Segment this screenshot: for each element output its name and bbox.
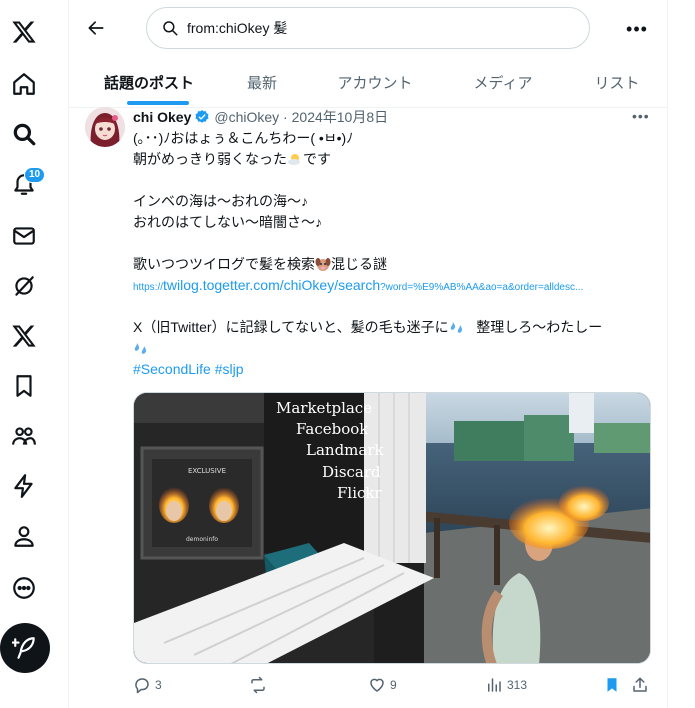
tweet-link-query[interactable]: ?word=%E9%AB%AA&ao=a&order=alldesc... xyxy=(380,282,583,293)
share-button[interactable] xyxy=(631,676,653,694)
sweat-droplets-emoji-icon xyxy=(134,343,147,354)
author-name[interactable]: chi Okey xyxy=(133,109,191,125)
search-input[interactable]: from:chiOkey 髪 xyxy=(146,7,590,49)
author-handle[interactable]: @chiOkey xyxy=(214,109,279,125)
search-icon xyxy=(163,21,178,36)
views-chart-icon xyxy=(488,678,501,692)
back-arrow-icon xyxy=(88,21,104,35)
sign-marketplace: Marketplace xyxy=(276,399,372,417)
sign-landmark: Landmark xyxy=(306,441,385,459)
x-premium-icon[interactable] xyxy=(4,316,44,356)
heart-icon xyxy=(370,678,384,692)
tab-people[interactable]: アカウント xyxy=(319,56,431,108)
active-tab-indicator xyxy=(127,101,189,105)
tweet-text-segment: 整理しろ～わたしー xyxy=(476,319,603,335)
verified-badge-icon xyxy=(195,110,209,123)
tab-lists[interactable]: リスト xyxy=(577,56,657,108)
tweet-link-line: https://twilog.togetter.com/chiOkey/sear… xyxy=(133,275,653,296)
communities-icon[interactable] xyxy=(4,416,44,456)
feather-plus-icon xyxy=(12,637,35,659)
tweet-line: X（旧Twitter）に記録してないと、髪の毛も迷子に 整理しろ～わたしー xyxy=(133,317,653,338)
messages-mail-icon[interactable] xyxy=(4,216,44,256)
view-count: 313 xyxy=(507,678,528,692)
bookmarks-icon[interactable] xyxy=(4,366,44,406)
tweet-text-segment: です xyxy=(303,151,331,167)
views-button[interactable]: 313 xyxy=(485,676,527,694)
repost-button[interactable] xyxy=(249,676,271,694)
repost-icon xyxy=(251,676,265,694)
notifications-bell-icon[interactable]: 10 xyxy=(4,164,46,204)
bookmark-filled-icon xyxy=(607,678,617,692)
profile-icon[interactable] xyxy=(4,516,44,556)
tweet-text-segment: 朝がめっきり弱くなった xyxy=(133,151,287,167)
tweet-media-image[interactable]: Marketplace Facebook Landmark Discard Fl… xyxy=(133,392,651,664)
tab-media[interactable]: メディア xyxy=(455,56,551,108)
avatar[interactable] xyxy=(85,107,125,147)
like-count: 9 xyxy=(390,678,397,692)
tweet-line: (｡･･)ﾉおはょぅ＆こんちわー( •ㅂ•)ﾉ xyxy=(133,130,354,146)
sign-flickr: Flickr xyxy=(337,484,382,502)
link-host-path: twilog.togetter.com/chiOkey/search xyxy=(163,277,381,293)
tweet-text: (｡･･)ﾉおはょぅ＆こんちわー( •ㅂ•)ﾉ 朝がめっきり弱くなった です イン… xyxy=(133,128,653,380)
tab-latest[interactable]: 最新 xyxy=(231,56,293,108)
tweet-link[interactable]: https://twilog.togetter.com/chiOkey/sear… xyxy=(133,277,380,293)
link-scheme: https:// xyxy=(133,282,164,293)
tweet-text-segment: X（旧Twitter）に記録してないと、髪の毛も迷子に xyxy=(133,319,449,335)
poster-label: EXCLUSIVE xyxy=(188,467,226,475)
more-options-icon[interactable] xyxy=(4,568,44,608)
home-icon[interactable] xyxy=(4,64,44,104)
reply-button[interactable]: 3 xyxy=(133,676,162,694)
tweet-line xyxy=(133,338,653,359)
back-button[interactable] xyxy=(80,12,112,44)
tweet-actions: 3 9 313 xyxy=(133,676,653,700)
tweet-more-options-icon[interactable]: ••• xyxy=(632,108,650,124)
poster-brand: demoninfo xyxy=(186,536,218,543)
sign-discard: Discard xyxy=(322,463,381,481)
left-nav: 10 xyxy=(0,0,50,708)
notifications-badge: 10 xyxy=(24,167,46,183)
tweet-line: 歌いつつツイログで髪を検索 混じる謎 xyxy=(133,254,653,275)
tweet-date[interactable]: 2024年10月8日 xyxy=(292,107,389,127)
like-button[interactable]: 9 xyxy=(368,676,397,694)
column-divider-right xyxy=(667,0,668,708)
sign-facebook: Facebook xyxy=(296,420,369,438)
tweet-header: chi Okey @chiOkey · 2024年10月8日 xyxy=(133,107,388,127)
sweat-droplets-emoji-icon xyxy=(450,322,462,333)
sunrise-cloud-emoji-icon xyxy=(288,154,300,165)
tweet-line: 朝がめっきり弱くなった です xyxy=(133,149,653,170)
second-life-scene-image: Marketplace Facebook Landmark Discard Fl… xyxy=(134,393,650,663)
search-more-options-icon[interactable]: ••• xyxy=(622,14,652,44)
tweet-line: おれのはてしない～暗闇さ～♪ xyxy=(133,214,322,230)
explore-search-icon[interactable] xyxy=(4,114,44,154)
share-icon xyxy=(633,677,647,692)
grok-icon[interactable] xyxy=(4,266,44,306)
lightning-icon[interactable] xyxy=(4,466,44,506)
tweet-line: インベの海は～おれの海～♪ xyxy=(133,193,308,209)
dog-face-emoji-icon xyxy=(315,258,331,271)
compose-post-button[interactable] xyxy=(0,623,50,673)
tweet-text-segment: 混じる謎 xyxy=(331,256,387,272)
hashtags[interactable]: #SecondLife #sljp xyxy=(133,359,653,380)
tweet-text-segment: 歌いつつツイログで髪を検索 xyxy=(133,256,315,272)
reply-icon xyxy=(135,678,149,694)
search-query: from:chiOkey 髪 xyxy=(187,20,288,36)
meta-separator: · xyxy=(279,109,292,125)
x-logo-icon[interactable] xyxy=(4,12,44,52)
reply-count: 3 xyxy=(155,678,162,692)
bookmark-button[interactable] xyxy=(603,676,625,694)
